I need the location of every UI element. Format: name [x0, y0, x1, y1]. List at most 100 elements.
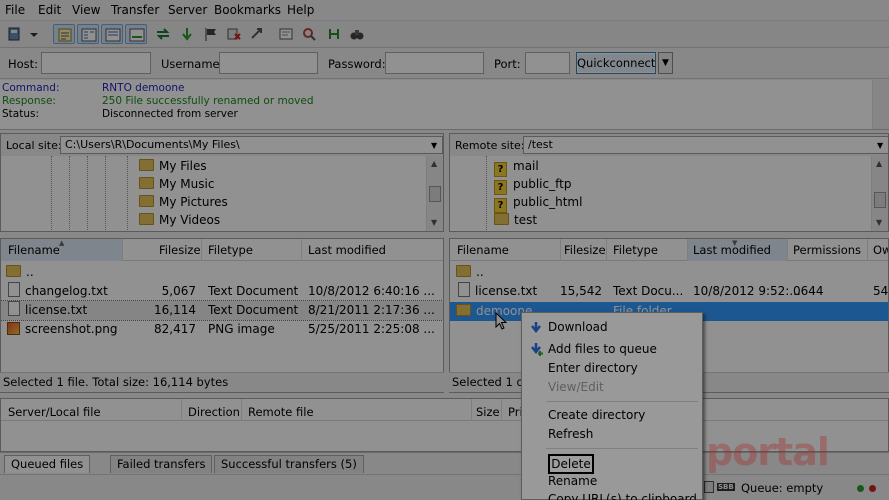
menu-edit[interactable]: Edit	[38, 3, 61, 17]
scroll-thumb[interactable]	[429, 186, 441, 202]
col-last-modified[interactable]: Last modified	[308, 243, 386, 257]
col-filetype[interactable]: Filetype	[208, 243, 253, 257]
log-key: Status:	[2, 108, 39, 120]
local-site-path[interactable]: C:\Users\R\Documents\My Files\	[60, 136, 443, 154]
cancel-operation-button[interactable]	[200, 24, 222, 44]
table-row[interactable]: ..	[450, 263, 888, 282]
scroll-up-icon[interactable]: ▲	[876, 159, 882, 168]
table-row[interactable]: screenshot.png 82,417 PNG image 5/25/201…	[1, 320, 443, 339]
scroll-down-icon[interactable]: ▼	[876, 218, 882, 227]
process-queue-button[interactable]	[176, 24, 198, 44]
directory-listing-filters-button[interactable]	[275, 24, 297, 44]
table-row[interactable]: license.txt 15,542 Text Docu... 10/8/201…	[450, 282, 888, 301]
col-filetype[interactable]: Filetype	[613, 243, 658, 257]
synchronized-browsing-button[interactable]	[323, 24, 345, 44]
column-divider[interactable]	[241, 399, 242, 421]
chevron-down-icon[interactable]: ▼	[877, 141, 883, 150]
remote-tree-scrollbar[interactable]: ▲ ▼	[871, 156, 888, 231]
menu-item-create-directory[interactable]: Create directory	[548, 406, 645, 424]
tree-item[interactable]: My Videos	[139, 211, 220, 229]
column-divider[interactable]	[787, 239, 788, 261]
file-type: Text Docu...	[613, 284, 684, 298]
column-divider[interactable]	[867, 239, 868, 261]
menu-transfer[interactable]: Transfer	[111, 3, 159, 17]
menu-item-add-to-queue[interactable]: Add files to queue	[531, 340, 657, 358]
local-file-headers: Filename ▲ Filesize Filetype Last modifi…	[1, 239, 443, 261]
col-owner[interactable]: Ow	[873, 243, 888, 257]
tree-item[interactable]: test	[494, 211, 537, 229]
toggle-remote-tree-button[interactable]	[101, 24, 123, 44]
col-filename[interactable]: Filename	[457, 243, 509, 257]
site-manager-dropdown[interactable]	[26, 24, 42, 44]
tree-item[interactable]: My Files	[139, 157, 207, 175]
toggle-queue-button[interactable]	[125, 24, 147, 44]
scroll-thumb[interactable]	[874, 192, 886, 208]
port-input[interactable]	[525, 52, 570, 74]
compare-directories-button[interactable]	[299, 24, 321, 44]
search-remote-files-button[interactable]	[346, 24, 368, 44]
col-remote-file[interactable]: Remote file	[248, 405, 314, 419]
column-divider[interactable]	[501, 399, 502, 421]
menu-help[interactable]: Help	[287, 3, 314, 17]
menu-item-enter-directory[interactable]: Enter directory	[548, 359, 638, 377]
quickconnect-button[interactable]: Quickconnect	[576, 52, 656, 74]
menu-view[interactable]: View	[72, 3, 100, 17]
col-server-local-file[interactable]: Server/Local file	[8, 405, 101, 419]
column-divider[interactable]	[471, 399, 472, 421]
menu-item-rename[interactable]: Rename	[548, 472, 597, 490]
column-divider[interactable]	[560, 239, 561, 261]
refresh-icon	[156, 28, 170, 40]
reconnect-button[interactable]	[246, 24, 268, 44]
menu-item-delete[interactable]: Delete	[548, 454, 594, 474]
local-tree-scrollbar[interactable]: ▲ ▼	[426, 156, 443, 231]
tree-item[interactable]: My Music	[139, 175, 214, 193]
table-row[interactable]: license.txt 16,114 Text Document 8/21/20…	[1, 300, 443, 321]
file-name: license.txt	[25, 303, 88, 317]
column-divider[interactable]	[687, 239, 688, 261]
menu-item-refresh[interactable]: Refresh	[548, 425, 593, 443]
toggle-log-button[interactable]	[53, 24, 75, 44]
column-divider[interactable]	[301, 239, 302, 261]
disconnect-button[interactable]	[223, 24, 245, 44]
col-filename[interactable]: Filename	[8, 243, 60, 257]
password-input[interactable]	[385, 52, 484, 74]
refresh-button[interactable]	[152, 24, 174, 44]
speed-limit-icon[interactable]: SBB	[717, 483, 735, 491]
tab-queued-files[interactable]: Queued files	[4, 455, 91, 473]
site-manager-button[interactable]	[4, 24, 26, 44]
col-filesize[interactable]: Filesize	[159, 243, 201, 257]
scroll-up-icon[interactable]: ▲	[431, 159, 437, 168]
remote-site-path[interactable]: /test	[523, 136, 888, 154]
menu-bookmarks[interactable]: Bookmarks	[214, 3, 281, 17]
col-direction[interactable]: Direction	[188, 405, 240, 419]
table-row[interactable]: changelog.txt 5,067 Text Document 10/8/2…	[1, 282, 443, 301]
log-scrollbar[interactable]	[872, 80, 889, 129]
host-input[interactable]	[41, 52, 151, 74]
column-divider[interactable]	[201, 239, 202, 261]
menu-item-download[interactable]: Download	[531, 318, 608, 336]
menu-file[interactable]: File	[5, 3, 25, 17]
col-permissions[interactable]: Permissions	[793, 243, 861, 257]
column-divider[interactable]	[181, 399, 182, 421]
tree-item[interactable]: ? public_ftp	[494, 175, 571, 195]
tree-item[interactable]: ? mail	[494, 157, 539, 177]
scroll-down-icon[interactable]: ▼	[431, 218, 437, 227]
username-input[interactable]	[219, 52, 318, 74]
col-size[interactable]: Size	[476, 405, 500, 419]
tab-successful-transfers[interactable]: Successful transfers (5)	[214, 455, 364, 473]
menu-server[interactable]: Server	[168, 3, 207, 17]
chevron-down-icon[interactable]: ▼	[431, 141, 437, 150]
queue-status: Queue: empty	[741, 481, 824, 495]
column-divider[interactable]	[606, 239, 607, 261]
toggle-local-tree-button[interactable]	[77, 24, 99, 44]
tab-failed-transfers[interactable]: Failed transfers	[110, 455, 213, 473]
menu-item-copy-url[interactable]: Copy URL(s) to clipboard	[548, 490, 697, 500]
folder-icon	[139, 195, 154, 207]
table-row[interactable]: ..	[1, 263, 443, 282]
tree-item[interactable]: ? public_html	[494, 193, 582, 213]
column-divider[interactable]	[122, 239, 123, 261]
tree-item[interactable]: My Pictures	[139, 193, 228, 211]
quickconnect-history-dropdown[interactable]: ▼	[658, 52, 673, 74]
col-filesize[interactable]: Filesize	[564, 243, 606, 257]
sort-desc-icon: ▼	[732, 239, 738, 247]
